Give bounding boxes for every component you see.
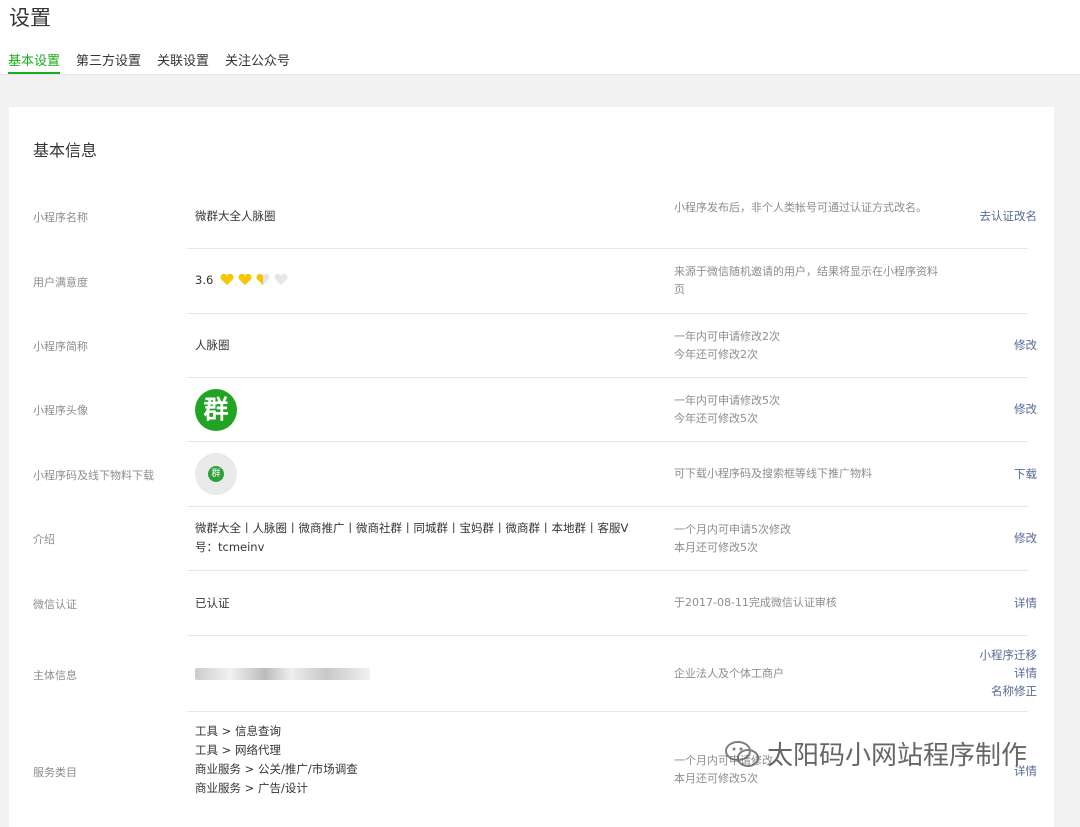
tab-association-settings[interactable]: 关联设置 bbox=[157, 50, 209, 73]
tip-line: 一年内可申请修改2次 bbox=[674, 330, 780, 343]
page-title: 设置 bbox=[9, 6, 51, 30]
row-mini-program-name: 小程序名称 微群大全人脉圈 小程序发布后，非个人类帐号可通过认证方式改名。 去认… bbox=[0, 185, 1054, 249]
top-header: 设置 基本设置 第三方设置 关联设置 关注公众号 bbox=[0, 0, 1080, 75]
service-category-item: 工具 > 网络代理 bbox=[195, 743, 281, 757]
row-subject-info: 主体信息 企业法人及个体工商户 小程序迁移 详情 名称修正 bbox=[0, 636, 1054, 712]
tip-line: 本月还可修改5次 bbox=[674, 541, 758, 554]
row-label: 主体信息 bbox=[33, 669, 77, 682]
tip-line: 今年还可修改2次 bbox=[674, 348, 758, 361]
satisfaction-rating: 3.6 bbox=[195, 271, 645, 290]
name-correction-link[interactable]: 名称修正 bbox=[980, 682, 1037, 700]
introduction-value: 微群大全丨人脉圈丨微商推广丨微商社群丨同城群丨宝妈群丨微商群丨本地群丨客服V号：… bbox=[195, 521, 629, 554]
row-label: 小程序名称 bbox=[33, 211, 88, 224]
row-label: 小程序头像 bbox=[33, 404, 88, 417]
redacted-subject-name bbox=[195, 667, 370, 680]
subject-details-link[interactable]: 详情 bbox=[980, 664, 1037, 682]
row-tip: 来源于微信随机邀请的用户，结果将显示在小程序资料页 bbox=[674, 265, 938, 296]
tip-line: 一个月内可申请5次修改 bbox=[674, 523, 791, 536]
heart-icon bbox=[238, 273, 252, 286]
row-label: 服务类目 bbox=[33, 766, 77, 779]
row-introduction: 介绍 微群大全丨人脉圈丨微商推广丨微商社群丨同城群丨宝妈群丨微商群丨本地群丨客服… bbox=[0, 507, 1054, 571]
tip-line: 今年还可修改5次 bbox=[674, 412, 758, 425]
row-tip: 一年内可申请修改2次 今年还可修改2次 bbox=[674, 328, 944, 364]
edit-introduction-link[interactable]: 修改 bbox=[1014, 529, 1037, 547]
tab-follow-official-account[interactable]: 关注公众号 bbox=[225, 50, 290, 73]
row-avatar: 小程序头像 群 一年内可申请修改5次 今年还可修改5次 修改 bbox=[0, 378, 1054, 442]
subject-actions: 小程序迁移 详情 名称修正 bbox=[980, 646, 1038, 700]
settings-tabs: 基本设置 第三方设置 关联设置 关注公众号 bbox=[8, 50, 306, 74]
migrate-mini-program-link[interactable]: 小程序迁移 bbox=[980, 646, 1038, 664]
rating-hearts bbox=[217, 273, 289, 287]
qrcode-cell: 群 bbox=[195, 453, 645, 495]
row-short-name: 小程序简称 人脉圈 一年内可申请修改2次 今年还可修改2次 修改 bbox=[0, 314, 1054, 378]
row-label: 小程序简称 bbox=[33, 340, 88, 353]
row-tip: 一个月内可申请5次修改 本月还可修改5次 bbox=[674, 521, 944, 557]
heart-icon bbox=[220, 273, 234, 286]
row-tip: 可下载小程序码及搜索框等线下推广物料 bbox=[674, 467, 872, 480]
avatar-cell: 群 bbox=[195, 389, 645, 431]
service-category-item: 商业服务 > 公关/推广/市场调查 bbox=[195, 762, 358, 776]
qr-center-badge: 群 bbox=[208, 466, 224, 482]
row-tip: 小程序发布后，非个人类帐号可通过认证方式改名。 bbox=[674, 201, 927, 214]
row-tip: 企业法人及个体工商户 bbox=[674, 667, 784, 680]
wechat-icon bbox=[725, 740, 759, 767]
verification-details-link[interactable]: 详情 bbox=[1014, 594, 1037, 612]
service-category-list: 工具 > 信息查询 工具 > 网络代理 商业服务 > 公关/推广/市场调查 商业… bbox=[195, 722, 645, 798]
tab-third-party-settings[interactable]: 第三方设置 bbox=[76, 50, 141, 73]
row-tip: 于2017-08-11完成微信认证审核 bbox=[674, 596, 837, 609]
row-label: 介绍 bbox=[33, 533, 55, 546]
service-category-item: 商业服务 > 广告/设计 bbox=[195, 781, 308, 795]
row-label: 用户满意度 bbox=[33, 276, 88, 289]
row-wechat-verification: 微信认证 已认证 于2017-08-11完成微信认证审核 详情 bbox=[0, 571, 1054, 636]
edit-avatar-link[interactable]: 修改 bbox=[1014, 400, 1037, 418]
verification-status: 已认证 bbox=[195, 596, 230, 610]
service-category-item: 工具 > 信息查询 bbox=[195, 724, 281, 738]
short-name-value: 人脉圈 bbox=[195, 338, 230, 352]
edit-short-name-link[interactable]: 修改 bbox=[1014, 336, 1037, 354]
row-tip: 一年内可申请修改5次 今年还可修改5次 bbox=[674, 392, 944, 428]
download-link[interactable]: 下载 bbox=[1014, 465, 1037, 483]
heart-icon bbox=[256, 273, 270, 286]
watermark: 太阳码小网站程序制作 bbox=[725, 735, 1027, 772]
panel-title: 基本信息 bbox=[33, 141, 98, 160]
satisfaction-score: 3.6 bbox=[195, 273, 214, 287]
tab-basic-settings[interactable]: 基本设置 bbox=[8, 50, 61, 74]
tip-line: 本月还可修改5次 bbox=[674, 772, 758, 785]
row-label: 小程序码及线下物料下载 bbox=[33, 469, 154, 482]
watermark-text: 太阳码小网站程序制作 bbox=[767, 741, 1028, 771]
mini-program-avatar: 群 bbox=[195, 389, 237, 431]
row-user-satisfaction: 用户满意度 3.6 来源于微信随机邀请的用户，结果将显示在小程序资料页 bbox=[0, 249, 1054, 314]
row-qrcode: 小程序码及线下物料下载 群 可下载小程序码及搜索框等线下推广物料 下载 bbox=[0, 442, 1054, 507]
subject-info-value bbox=[195, 664, 645, 683]
mini-program-name-value: 微群大全人脉圈 bbox=[195, 209, 276, 223]
heart-icon bbox=[274, 273, 288, 286]
mini-program-code-icon: 群 bbox=[195, 453, 237, 495]
tip-line: 一年内可申请修改5次 bbox=[674, 394, 780, 407]
verify-rename-link[interactable]: 去认证改名 bbox=[980, 207, 1038, 225]
row-label: 微信认证 bbox=[33, 598, 77, 611]
